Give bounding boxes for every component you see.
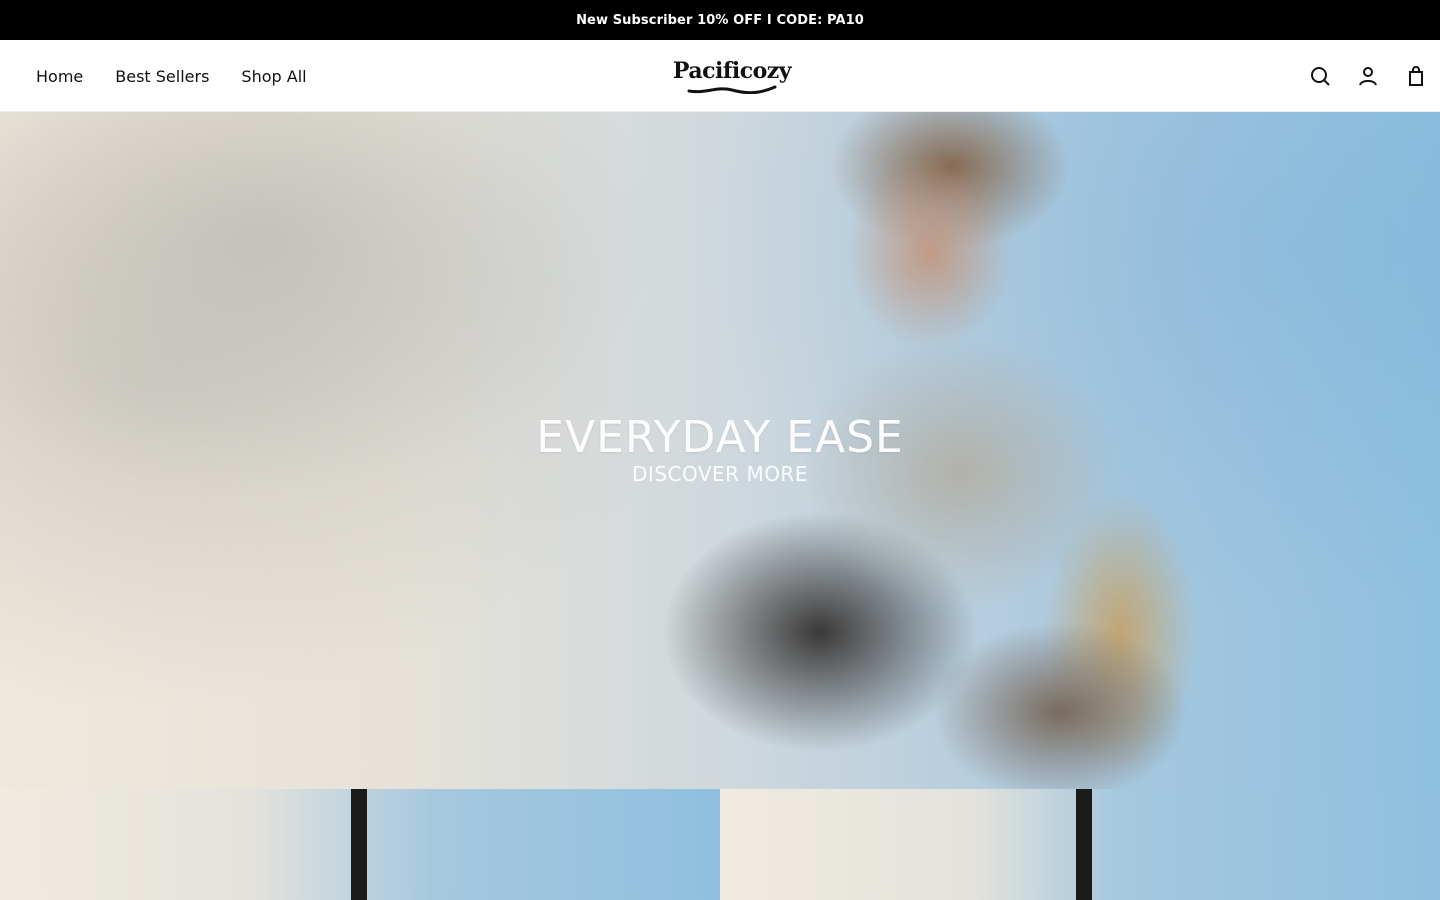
header-icons <box>1296 40 1440 112</box>
nav-best-sellers[interactable]: Best Sellers <box>115 67 209 86</box>
hero-title: EVERYDAY EASE <box>536 412 904 463</box>
nav-shop-all[interactable]: Shop All <box>241 67 306 86</box>
logo-wave-icon <box>687 85 777 94</box>
nav-home[interactable]: Home <box>36 67 83 86</box>
cart-button[interactable] <box>1392 52 1440 100</box>
announcement-bar: New Subscriber 10% OFF I CODE: PA10 <box>0 0 1440 40</box>
bag-icon <box>1409 65 1423 86</box>
search-icon <box>1311 67 1330 86</box>
discover-more-link[interactable]: DISCOVER MORE <box>0 462 1440 486</box>
collection-tiles <box>0 789 1440 900</box>
site-header: Home Best Sellers Shop All Pacificozy <box>0 40 1440 112</box>
tile-divider <box>351 789 367 900</box>
primary-nav: Home Best Sellers Shop All <box>36 40 307 112</box>
account-icon <box>1359 67 1377 86</box>
brand-logo[interactable]: Pacificozy <box>672 52 792 100</box>
search-button[interactable] <box>1296 52 1344 100</box>
account-button[interactable] <box>1344 52 1392 100</box>
hero-banner[interactable]: EVERYDAY EASE DISCOVER MORE <box>0 112 1440 789</box>
announcement-text: New Subscriber 10% OFF I CODE: PA10 <box>576 12 864 28</box>
tile-divider <box>1076 789 1092 900</box>
brand-logo-text: Pacificozy <box>672 58 792 84</box>
